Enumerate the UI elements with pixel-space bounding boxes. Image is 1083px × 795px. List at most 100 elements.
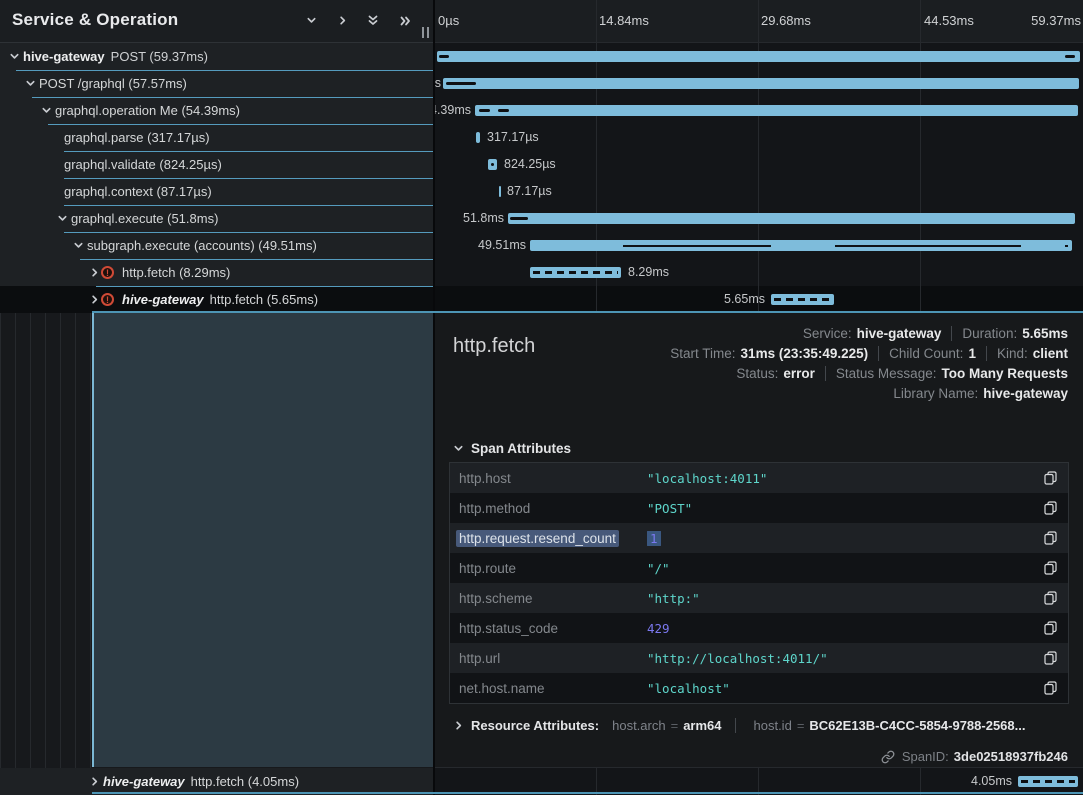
copy-button[interactable] [1032,501,1068,515]
equals-sign: = [671,718,679,733]
span-tree-row[interactable]: hive-gatewayhttp.fetch (4.05ms) [0,768,433,795]
span-detail-title: http.fetch [453,335,535,358]
chevron-down-icon[interactable] [40,104,53,117]
attribute-value: "localhost:4011" [647,471,1032,486]
attribute-key: http.request.resend_count [450,531,647,546]
span-bar[interactable] [1018,776,1078,787]
double-chevron-right-icon[interactable] [399,15,412,27]
ruler-tick-label: 59.37ms [1031,13,1081,28]
span-tree-row[interactable]: !hive-gatewayhttp.fetch (5.65ms) [0,286,433,313]
timeline-row: 317.17µs [435,124,1083,151]
meta-label: Library Name: [893,386,978,401]
copy-button[interactable] [1032,621,1068,635]
span-tree-row[interactable]: graphql.execute (51.8ms) [0,205,433,232]
chevron-right-icon[interactable] [88,775,101,788]
span-tree-row[interactable]: graphql.validate (824.25µs) [0,151,433,178]
meta-label: Child Count: [889,346,963,361]
attribute-row: http.route"/" [450,553,1068,583]
span-bar[interactable] [771,294,834,305]
chevron-down-icon[interactable] [24,77,37,90]
span-bar[interactable] [508,213,1075,224]
child-span-markers [1021,780,1075,783]
chevron-down-icon [452,442,465,455]
span-tree-row[interactable]: hive-gatewayPOST (59.37ms) [0,43,433,70]
span-duration-label: 8.29ms [628,259,669,286]
chevron-down-icon[interactable] [56,212,69,225]
span-bar[interactable] [476,132,480,143]
span-duration-label: 57.57ms [435,70,441,97]
trace-viewer: Service & Operation hive-gatewayPOST (59… [0,0,1083,795]
span-detail-meta: Service:hive-gatewayDuration:5.65msStart… [670,326,1068,401]
span-service-name: hive-gateway [23,49,105,64]
span-tree-row[interactable]: subgraph.execute (accounts) (49.51ms) [0,232,433,259]
copy-button[interactable] [1032,651,1068,665]
panel-resize-handle[interactable] [422,27,429,38]
attribute-key: http.route [450,561,647,576]
attribute-row: net.host.name"localhost" [450,673,1068,703]
copy-icon [1044,591,1057,605]
span-bar[interactable] [475,105,1078,116]
span-attributes-table: http.host"localhost:4011"http.method"POS… [449,462,1069,704]
span-tree-panel: Service & Operation hive-gatewayPOST (59… [0,0,435,795]
ruler-tick-label: 44.53ms [924,13,974,28]
span-attributes-header[interactable]: Span Attributes [452,441,571,456]
resource-attributes-title: Resource Attributes: [471,718,599,733]
copy-icon [1044,531,1057,545]
chevron-right-icon[interactable] [88,293,101,306]
span-duration-label: 824.25µs [504,151,556,178]
row-separator [64,178,433,179]
link-icon[interactable] [881,750,895,764]
attribute-row: http.host"localhost:4011" [450,463,1068,493]
chevron-down-icon[interactable] [8,50,21,63]
row-separator [80,259,433,260]
span-bar[interactable] [488,159,497,170]
span-tree-row[interactable]: graphql.parse (317.17µs) [0,124,433,151]
attribute-row: http.url"http://localhost:4011/" [450,643,1068,673]
copy-button[interactable] [1032,531,1068,545]
copy-button[interactable] [1032,471,1068,485]
span-bar[interactable] [499,186,501,197]
child-span-marker [498,109,509,112]
meta-value: Too Many Requests [941,366,1068,381]
span-tree-row[interactable]: graphql.context (87.17µs) [0,178,433,205]
detail-meta-line: Start Time:31ms (23:35:49.225)Child Coun… [670,346,1068,361]
span-duration-label: 49.51ms [478,232,526,259]
chevron-right-icon[interactable] [337,15,348,26]
error-icon: ! [101,266,114,279]
attribute-key: http.scheme [450,591,647,606]
resource-attributes-row[interactable]: Resource Attributes: host.arch=arm64host… [452,718,1025,733]
copy-button[interactable] [1032,591,1068,605]
chevron-right-icon[interactable] [88,266,101,279]
tree-title: Service & Operation [12,10,178,30]
span-bar[interactable] [530,240,1072,251]
span-bar[interactable] [443,78,1079,89]
meta-value: client [1033,346,1068,361]
attribute-key: http.url [450,651,647,666]
meta-label: Kind: [997,346,1028,361]
double-chevron-down-icon[interactable] [367,14,379,27]
span-bar[interactable] [437,51,1080,62]
span-tree-row[interactable]: POST /graphql (57.57ms) [0,70,433,97]
span-duration-label: 51.8ms [463,205,504,232]
span-operation-label: http.fetch (8.29ms) [122,265,230,280]
span-tree-row[interactable]: ! http.fetch (8.29ms) [0,259,433,286]
timeline-row: 4.05ms [435,768,1083,795]
child-span-marker [1065,245,1068,247]
meta-label: Service: [803,326,852,341]
span-operation-label: graphql.parse (317.17µs) [64,130,210,145]
span-operation-label: graphql.context (87.17µs) [64,184,212,199]
copy-button[interactable] [1032,681,1068,695]
child-span-marker [439,55,449,58]
row-separator [64,232,433,233]
attribute-row: http.method"POST" [450,493,1068,523]
meta-value: error [783,366,815,381]
span-operation-label: http.fetch (5.65ms) [210,292,318,307]
span-operation-label: graphql.execute (51.8ms) [71,211,218,226]
meta-label: Duration: [962,326,1017,341]
span-tree-row[interactable]: graphql.operation Me (54.39ms) [0,97,433,124]
chevron-down-icon[interactable] [306,15,317,26]
copy-button[interactable] [1032,561,1068,575]
chevron-down-icon[interactable] [72,239,85,252]
ruler-tick-label: 29.68ms [761,13,811,28]
span-bar[interactable] [530,267,621,278]
